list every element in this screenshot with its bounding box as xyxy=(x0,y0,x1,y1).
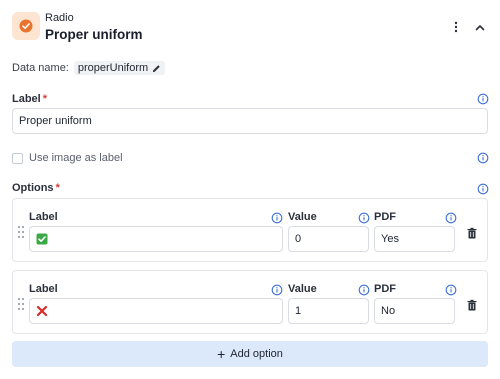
value-column-heading: Value xyxy=(288,283,317,295)
info-icon[interactable] xyxy=(445,212,457,224)
info-icon[interactable] xyxy=(477,183,489,195)
pdf-column-heading: PDF xyxy=(374,211,396,223)
info-icon[interactable] xyxy=(358,284,370,296)
options-heading-text: Options xyxy=(12,182,54,194)
option-value-input[interactable]: 1 xyxy=(288,298,369,324)
option-row: Label Value PDF 0 Yes xyxy=(12,198,488,262)
info-icon[interactable] xyxy=(445,284,457,296)
green-check-emoji-icon xyxy=(36,233,48,245)
required-mark: * xyxy=(55,182,60,194)
info-icon[interactable] xyxy=(358,212,370,224)
label-field-heading: Label * xyxy=(12,93,47,105)
option-label-input[interactable] xyxy=(29,226,283,252)
add-option-button[interactable]: + Add option xyxy=(12,341,488,367)
plus-icon: + xyxy=(217,346,226,362)
option-pdf-input[interactable]: No xyxy=(374,298,455,324)
info-icon[interactable] xyxy=(271,212,283,224)
more-options-icon[interactable] xyxy=(450,18,462,36)
drag-handle-icon[interactable] xyxy=(17,297,25,311)
option-row: Label Value PDF 1 No xyxy=(12,270,488,334)
drag-handle-icon[interactable] xyxy=(17,225,25,239)
check-circle-icon xyxy=(19,19,33,33)
use-image-as-label-text: Use image as label xyxy=(29,152,123,164)
option-pdf-input[interactable]: Yes xyxy=(374,226,455,252)
info-icon[interactable] xyxy=(271,284,283,296)
value-column-heading: Value xyxy=(288,211,317,223)
data-name-chip[interactable]: properUniform xyxy=(73,61,166,75)
field-type-icon-badge xyxy=(12,12,40,40)
data-name-row: Data name: properUniform xyxy=(12,60,166,76)
chevron-up-icon[interactable] xyxy=(472,18,488,36)
options-heading: Options * xyxy=(12,182,60,194)
info-icon[interactable] xyxy=(477,152,489,164)
red-cross-emoji-icon xyxy=(36,305,48,317)
label-column-heading: Label xyxy=(29,283,58,295)
info-icon[interactable] xyxy=(477,93,489,105)
pencil-icon[interactable] xyxy=(152,64,161,73)
required-mark: * xyxy=(42,93,48,105)
use-image-as-label-checkbox[interactable] xyxy=(12,152,23,164)
use-image-as-label-row: Use image as label xyxy=(12,151,123,165)
field-title: Proper uniform xyxy=(45,27,143,42)
data-name-value: properUniform xyxy=(77,62,149,74)
pdf-column-heading: PDF xyxy=(374,283,396,295)
data-name-label: Data name: xyxy=(12,62,69,74)
trash-icon[interactable] xyxy=(466,227,478,239)
field-type-label: Radio xyxy=(45,12,74,24)
trash-icon[interactable] xyxy=(466,299,478,311)
add-option-label: Add option xyxy=(230,348,283,360)
option-value-input[interactable]: 0 xyxy=(288,226,369,252)
option-label-input[interactable] xyxy=(29,298,283,324)
label-input[interactable]: Proper uniform xyxy=(12,108,488,134)
label-column-heading: Label xyxy=(29,211,58,223)
field-header: Radio Proper uniform xyxy=(0,0,500,50)
label-field-heading-text: Label xyxy=(12,93,41,105)
